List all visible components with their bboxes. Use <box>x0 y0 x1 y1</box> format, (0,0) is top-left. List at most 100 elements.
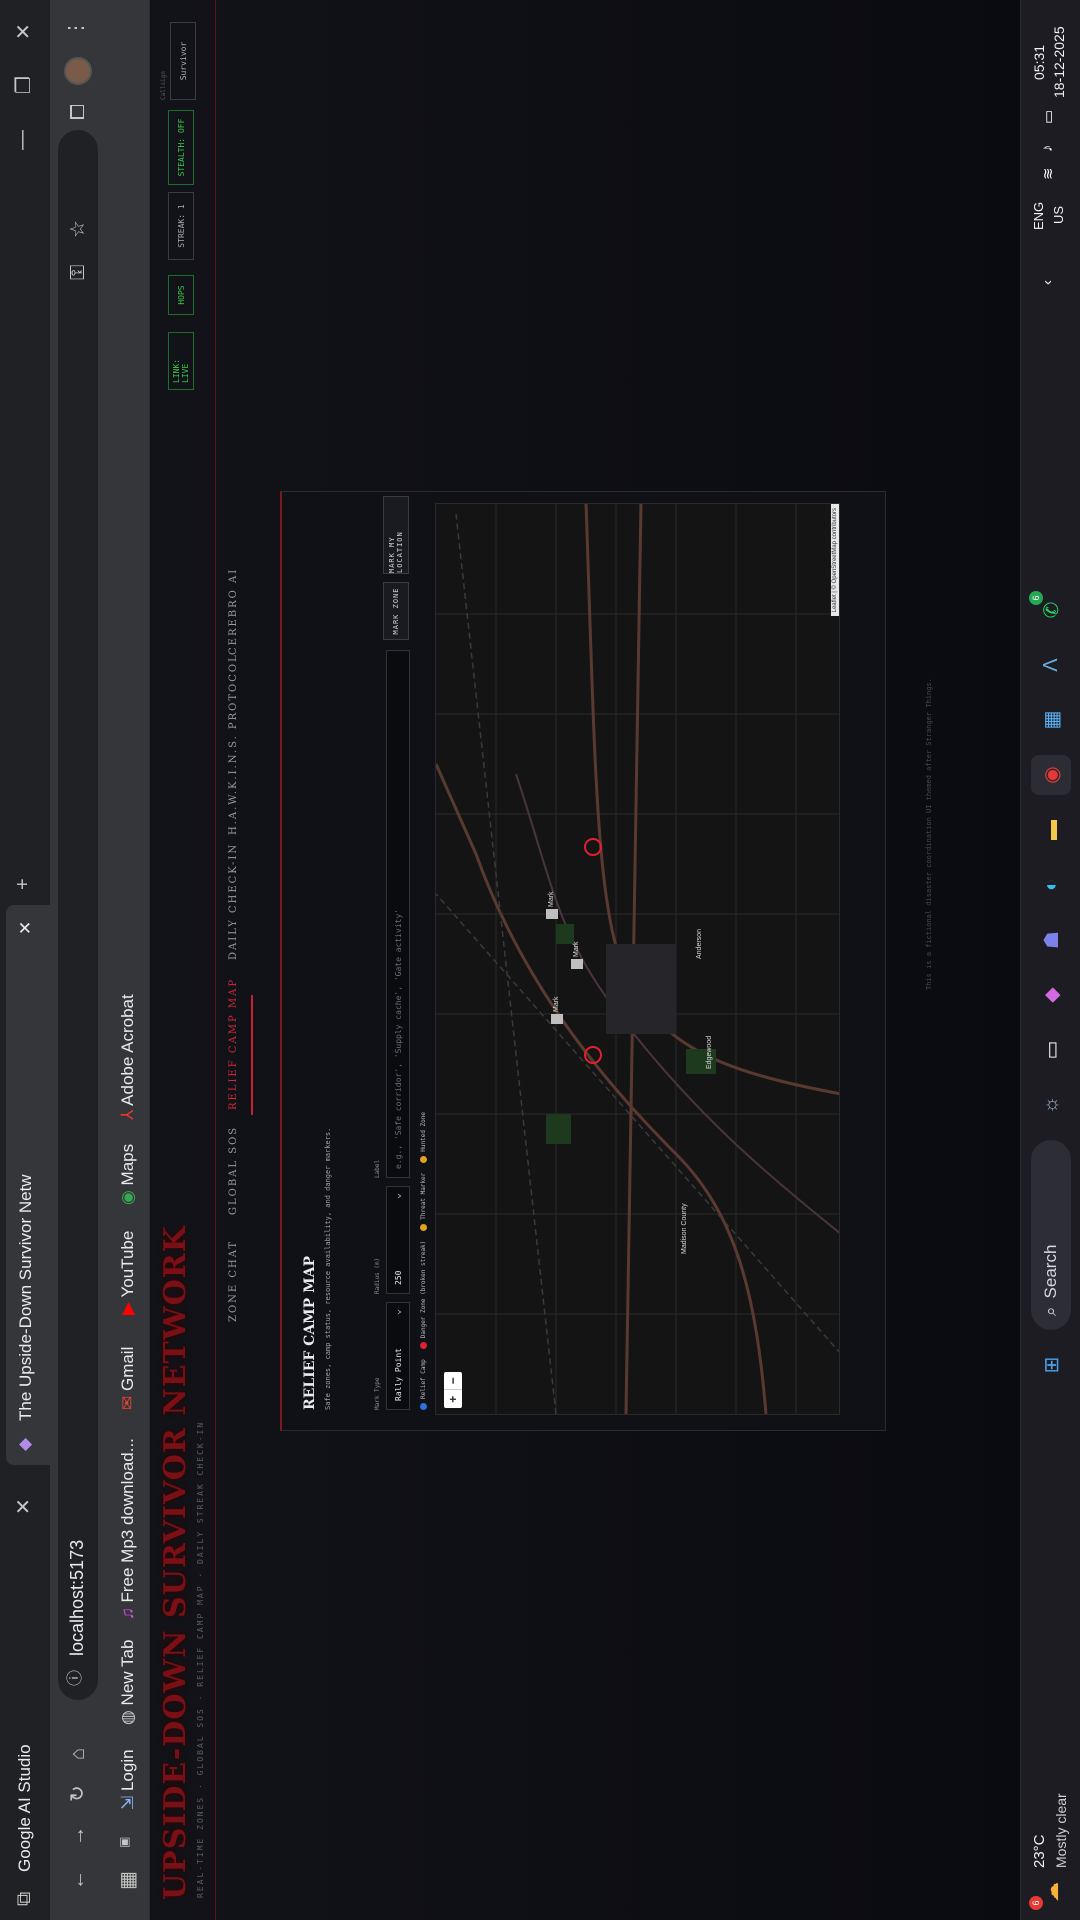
taskbar-search[interactable]: ⌕ Search <box>1031 1140 1071 1330</box>
app-page: UPSIDE-DOWN SURVIVOR NETWORK REAL-TIME Z… <box>150 0 1020 1920</box>
callsign-input[interactable]: Survivor <box>170 22 196 100</box>
search-icon: ⌕ <box>1041 1306 1060 1316</box>
close-icon[interactable]: ✕ <box>13 1498 35 1515</box>
legend-dot <box>420 1155 427 1163</box>
window-close-icon[interactable]: ✕ <box>13 23 35 40</box>
tab-google-ai-studio[interactable]: Google AI Studio <box>15 1744 35 1872</box>
youtube-icon: ▶ <box>118 1297 137 1315</box>
legend-dot <box>420 1403 427 1410</box>
whatsapp-badge: 6 <box>1029 591 1043 605</box>
back-icon[interactable]: ← <box>67 1870 89 1890</box>
forward-icon[interactable]: → <box>67 1826 89 1846</box>
minimize-icon[interactable]: — <box>11 130 33 150</box>
weather-desc[interactable]: Mostly clear <box>1053 1793 1069 1868</box>
zoom-control[interactable]: + − <box>444 1372 462 1408</box>
wifi-icon[interactable]: ≋ <box>1039 167 1057 180</box>
menu-icon[interactable]: ⋮ <box>65 18 87 38</box>
task-view-icon[interactable]: ▭ <box>1031 1030 1071 1070</box>
radius-select[interactable]: 250 ⌄ <box>386 1186 410 1294</box>
tray-chevron-icon[interactable]: ‹ <box>1039 280 1056 285</box>
store-icon[interactable]: ▦ <box>1031 700 1071 740</box>
map-marker-label[interactable]: Mark <box>548 891 555 907</box>
bookmark-new-tab[interactable]: ◍ New Tab <box>118 1640 138 1725</box>
browser-toolbar: ← → ↻ ⌂ ⓘ localhost:5173 ⚿ ☆ ⧠ ⋮ <box>50 0 106 1920</box>
star-icon[interactable]: ☆ <box>67 220 89 238</box>
file-explorer-icon[interactable]: ▬ <box>1031 810 1071 850</box>
tab-active[interactable]: ◆ The Upside-Down Survivor Netw ✕ <box>6 905 50 1465</box>
copilot-icon[interactable]: ◆ <box>1031 975 1071 1015</box>
header-divider <box>215 0 216 1920</box>
weather-temp[interactable]: 23°C <box>1031 1834 1048 1868</box>
music-icon: ♫ <box>118 1602 137 1620</box>
home-icon[interactable]: ⌂ <box>67 1748 89 1760</box>
label-label: Label <box>374 1159 381 1178</box>
mark-my-location-button[interactable]: MARK MY LOCATION <box>383 496 409 574</box>
mark-zone-button[interactable]: MARK ZONE <box>383 582 409 640</box>
nav-relief-camp-map[interactable]: RELIEF CAMP MAP <box>228 978 239 1110</box>
bookmarks-bar: ▦ ▣ ⇲ Login ◍ New Tab ♫ Free Mp3 downloa… <box>106 0 150 1920</box>
map-marker-label[interactable]: Mark <box>573 941 580 957</box>
radius-label: Radius (m) <box>374 1257 381 1294</box>
chevron-down-icon: ⌄ <box>392 1193 403 1200</box>
avatar[interactable] <box>64 57 92 85</box>
bookmark-gmail[interactable]: ✉ Gmail <box>118 1347 138 1410</box>
sidebar-toggle-icon[interactable]: ⧉ <box>13 1892 35 1906</box>
reload-icon[interactable]: ↻ <box>67 1785 89 1802</box>
volume-icon[interactable]: ♪ <box>1039 145 1056 153</box>
zoom-out-button[interactable]: − <box>444 1372 462 1391</box>
nav-daily-check-in[interactable]: DAILY CHECK-IN <box>228 843 239 960</box>
status-link: LINK: LIVE <box>168 332 194 390</box>
app-a-icon[interactable]: Ʌ <box>1031 645 1071 685</box>
legend-dot <box>420 1342 427 1350</box>
page-subtitle: Safe zones, camp status, resource availa… <box>324 1127 332 1410</box>
widgets-icon[interactable]: ☼ <box>1031 1085 1071 1125</box>
legend-dot <box>420 1223 427 1231</box>
battery-icon[interactable]: ▭ <box>1039 110 1057 124</box>
bookmark-login[interactable]: ⇲ Login <box>118 1749 138 1810</box>
clock-time[interactable]: 05:31 <box>1031 45 1047 80</box>
taskbar: ☁ 6 23°C Mostly clear ⊞ ⌕ Search ☼ ▭ ◆ ☗ … <box>1020 0 1080 1920</box>
bookmark-youtube[interactable]: ▶ YouTube <box>118 1231 138 1315</box>
nav-active-underline <box>251 995 253 1115</box>
windows-start-icon[interactable]: ⊞ <box>1031 1345 1071 1385</box>
extensions-icon[interactable]: ⧠ <box>67 104 89 120</box>
site-info-icon[interactable]: ⓘ <box>67 1670 84 1686</box>
chrome-icon[interactable]: ◉ <box>1031 755 1071 795</box>
status-hops: HOPS <box>168 275 194 315</box>
legend-item-threat-marker: Threat Marker <box>420 1173 427 1231</box>
nav-zone-chat[interactable]: ZONE CHAT <box>228 1240 239 1322</box>
key-icon[interactable]: ⚿ <box>67 265 89 280</box>
map-attribution[interactable]: Leaflet | © OpenStreetMap contributors <box>831 504 839 617</box>
mark-type-label: Mark Type <box>374 1377 381 1410</box>
chevron-down-icon: ⌄ <box>392 1309 403 1316</box>
tab-close-icon[interactable]: ✕ <box>16 921 36 935</box>
bookmark-free-mp3[interactable]: ♫ Free Mp3 download... <box>118 1438 138 1620</box>
nav-hawkins-protocol[interactable]: H.A.W.K.I.N.S. PROTOCOL <box>228 653 239 835</box>
map-marker-label[interactable]: Mark <box>553 996 560 1012</box>
region-label[interactable]: US <box>1051 206 1066 224</box>
apps-icon[interactable]: ▦ <box>117 1871 139 1890</box>
page-title: RELIEF CAMP MAP <box>302 1256 318 1410</box>
map-legend: Relief Camp Danger Zone (broken streak) … <box>420 1112 427 1410</box>
bookmark-maps[interactable]: ◉ Maps <box>118 1144 138 1205</box>
zoom-in-button[interactable]: + <box>444 1391 462 1409</box>
restore-icon[interactable]: ❐ <box>13 76 35 94</box>
lang-label[interactable]: ENG <box>1031 202 1046 230</box>
new-tab-icon[interactable]: + <box>12 878 34 890</box>
clock-date[interactable]: 18-12-2025 <box>1051 26 1067 98</box>
extension-badge-icon[interactable]: ▣ <box>117 1837 131 1848</box>
url-text: localhost:5173 <box>67 1539 87 1656</box>
bookmark-adobe-acrobat[interactable]: ⅄ Adobe Acrobat <box>118 994 138 1120</box>
address-bar[interactable]: ⓘ localhost:5173 ⚿ ☆ <box>58 130 98 1700</box>
status-stealth[interactable]: STEALTH: OFF <box>168 110 194 185</box>
acrobat-icon: ⅄ <box>118 1105 137 1120</box>
nav-cerebro-ai[interactable]: CEREBRO AI <box>228 568 239 655</box>
map-canvas[interactable]: Mark Mark Mark Anderson Edgewood Madison… <box>435 503 840 1415</box>
edge-icon[interactable]: ◐ <box>1031 865 1071 905</box>
teams-icon[interactable]: ☗ <box>1031 920 1071 960</box>
mark-type-select[interactable]: Rally Point ⌄ <box>386 1302 410 1410</box>
map-place-label: Edgewood <box>706 1035 713 1069</box>
favicon-icon: ◆ <box>15 1437 34 1451</box>
label-input[interactable]: e.g., 'Safe corridor', 'Supply cache', '… <box>386 650 410 1178</box>
nav-global-sos[interactable]: GLOBAL SOS <box>228 1126 239 1215</box>
